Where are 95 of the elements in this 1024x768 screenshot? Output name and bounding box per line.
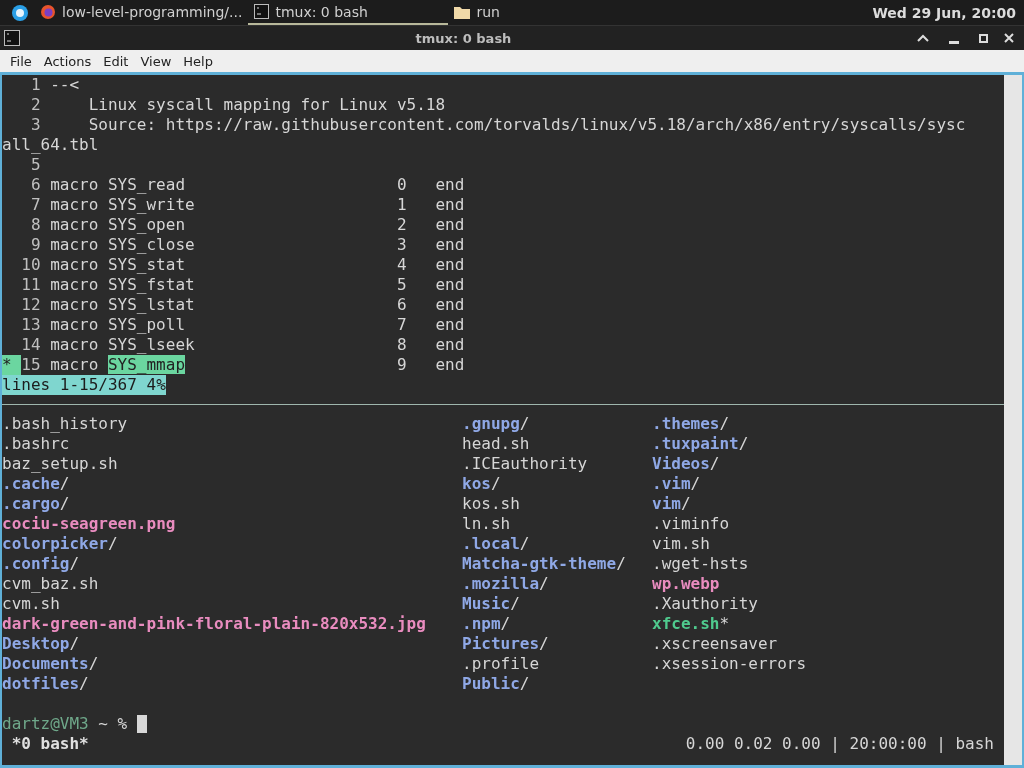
- terminal-icon: [254, 4, 270, 19]
- file-entry: .xsession-errors: [652, 654, 807, 674]
- line-number: 13: [20, 315, 41, 335]
- file-entry: vim/: [652, 494, 691, 514]
- line-number: 7: [29, 195, 41, 215]
- file-entry: .profile: [462, 654, 540, 674]
- file-entry: dark-green-and-pink-floral-plain-820x532.jpg: [2, 614, 426, 634]
- code-line: macro SYS_lstat 6 end: [50, 295, 465, 314]
- file-entry: .tuxpaint/: [652, 434, 749, 454]
- file-entry: cvm.sh: [2, 594, 60, 614]
- code-line: macro SYS_read 0 end: [50, 175, 465, 194]
- maximize-icon[interactable]: [979, 33, 988, 43]
- code-line: macro SYS_poll 7 end: [50, 315, 465, 334]
- tmux-status: 0.00 0.02 0.00 | 20:00:00 | bash: [685, 734, 994, 754]
- menu-item[interactable]: View: [134, 53, 178, 69]
- clock: Wed 29 Jun, 20:00: [872, 4, 1016, 21]
- folder-icon: [454, 4, 471, 19]
- file-entry: colorpicker/: [2, 534, 118, 554]
- file-entry: .xscreensaver: [652, 634, 778, 654]
- line-number: 2: [29, 95, 41, 115]
- file-entry: Music/: [462, 594, 520, 614]
- code-line: macro SYS_open 2 end: [50, 215, 465, 234]
- tmux-window-label[interactable]: *0 bash*: [2, 734, 89, 754]
- file-entry: .bashrc: [2, 434, 70, 454]
- code-line: macro SYS_stat 4 end: [50, 255, 465, 274]
- file-entry: .cache/: [2, 474, 70, 494]
- file-entry: baz_setup.sh: [2, 454, 118, 474]
- file-entry: ln.sh: [462, 514, 511, 534]
- terminal-icon: [4, 30, 20, 46]
- prompt-symbol: ~ %: [97, 714, 129, 734]
- file-entry: vim.sh: [652, 534, 710, 554]
- line-number: 3: [29, 115, 41, 135]
- file-entry: .config/: [2, 554, 80, 574]
- line-number: 1: [29, 75, 41, 95]
- file-entry: .viminfo: [652, 514, 730, 534]
- taskbar-item[interactable]: low-level-programming/...: [34, 0, 249, 25]
- file-entry: cvm_baz.sh: [2, 574, 99, 594]
- code-line: macro SYS_write 1 end: [50, 195, 465, 214]
- menu-item[interactable]: Actions: [37, 53, 98, 69]
- file-entry: .wget-hsts: [652, 554, 749, 574]
- file-entry: xfce.sh*: [652, 614, 730, 634]
- prompt-user: dartz@VM3: [2, 714, 89, 734]
- close-icon[interactable]: [1004, 33, 1014, 43]
- menu-item[interactable]: Edit: [97, 53, 135, 69]
- browser-icon: [40, 3, 56, 20]
- file-entry: .mozilla/: [462, 574, 549, 594]
- code-line: all_64.tbl: [2, 135, 99, 154]
- file-entry: Matcha-gtk-theme/: [462, 554, 626, 574]
- line-number: 12: [20, 295, 41, 315]
- pager-status: lines 1-15/367 4%: [2, 375, 166, 395]
- text-cursor: [136, 715, 147, 733]
- line-number: 15: [20, 355, 41, 375]
- file-entry: Desktop/: [2, 634, 80, 654]
- file-entry: .npm/: [462, 614, 511, 634]
- menu-item[interactable]: Help: [177, 53, 219, 69]
- line-number: 14: [20, 335, 41, 355]
- code-line: macro SYS_close 3 end: [50, 235, 465, 254]
- file-entry: .themes/: [652, 414, 730, 434]
- minimize-icon[interactable]: [949, 40, 959, 44]
- taskbar-item[interactable]: run: [448, 0, 506, 25]
- code-line: Linux syscall mapping for Linux v5.18: [87, 95, 446, 114]
- file-entry: head.sh: [462, 434, 530, 454]
- file-entry: Public/: [462, 674, 530, 694]
- code-line: Source: https://raw.githubusercontent.com/torvalds/linux/v5.18/arch/x86/entry/syscalls/sysc: [87, 115, 966, 134]
- file-entry: .gnupg/: [462, 414, 530, 434]
- file-entry: .ICEauthority: [462, 454, 588, 474]
- change-marker: *: [2, 355, 22, 375]
- file-entry: dotfiles/: [2, 674, 89, 694]
- file-entry: .local/: [462, 534, 530, 554]
- file-entry: Pictures/: [462, 634, 549, 654]
- code-line: --<: [50, 75, 80, 94]
- file-entry: .Xauthority: [652, 594, 758, 614]
- code-line: macro SYS_lseek 8 end: [50, 335, 465, 354]
- file-entry: .bash_history: [2, 414, 128, 434]
- code-line: macro SYS_mmap 9 end: [50, 355, 465, 374]
- line-number: 9: [29, 235, 41, 255]
- code-line: macro SYS_fstat 5 end: [50, 275, 465, 294]
- file-entry: kos.sh: [462, 494, 520, 514]
- file-entry: .vim/: [652, 474, 701, 494]
- line-number: 10: [20, 255, 41, 275]
- file-entry: .cargo/: [2, 494, 70, 514]
- file-entry: Videos/: [652, 454, 720, 474]
- window-title: tmux: 0 bash: [414, 30, 513, 46]
- file-entry: wp.webp: [652, 574, 720, 594]
- file-entry: cociu-seagreen.png: [2, 514, 176, 534]
- menu-item[interactable]: File: [4, 53, 38, 69]
- line-number: 8: [29, 215, 41, 235]
- file-entry: kos/: [462, 474, 501, 494]
- shade-icon[interactable]: [917, 34, 929, 42]
- line-number: 6: [29, 175, 41, 195]
- scrollbar[interactable]: [1004, 75, 1022, 765]
- file-entry: Documents/: [2, 654, 99, 674]
- app-menu-icon[interactable]: [12, 4, 28, 21]
- line-number: 11: [20, 275, 41, 295]
- line-number: 5: [29, 155, 41, 175]
